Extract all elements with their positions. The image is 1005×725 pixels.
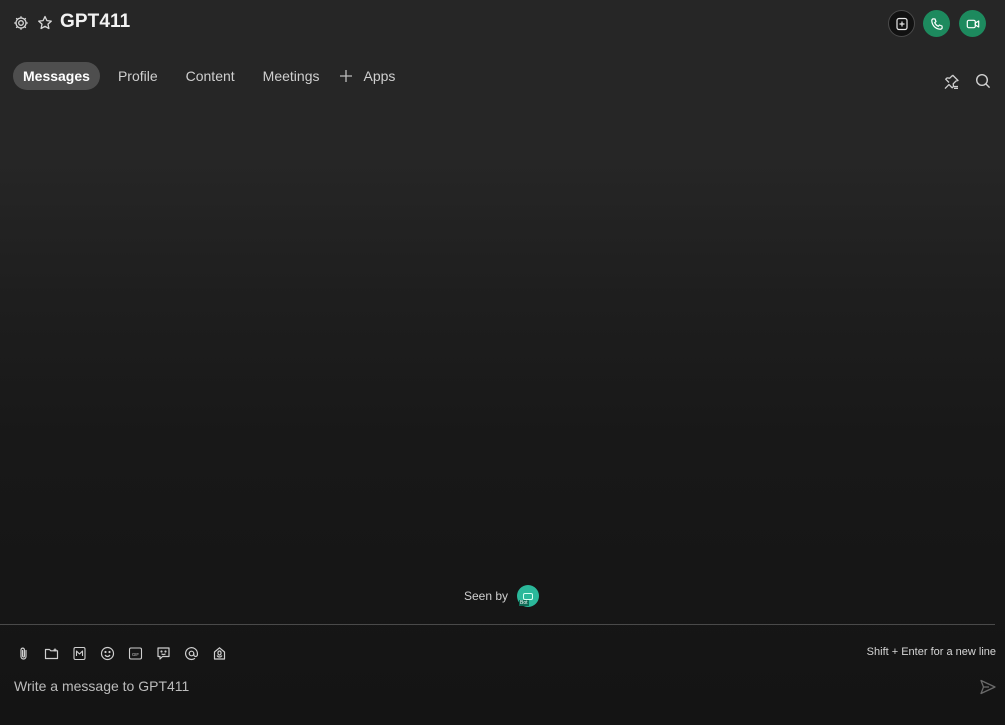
tab-profile[interactable]: Profile [108,62,168,90]
composer-toolbar: GIF [14,644,238,662]
audio-call-button[interactable] [923,10,950,37]
new-meeting-button[interactable] [888,10,915,37]
conversation-header: GPT411 [0,0,1005,46]
star-icon[interactable] [37,15,53,31]
microphone-icon[interactable] [210,644,228,662]
tab-apps-label: Apps [363,68,396,84]
bot-face-icon [523,592,534,600]
paperclip-icon[interactable] [14,644,32,662]
seen-by-label: Seen by [464,589,509,603]
add-square-icon [895,17,908,30]
conversation-title: GPT411 [60,11,131,32]
avatar-bot-tag: Bot [519,600,529,606]
video-call-button[interactable] [959,10,986,37]
new-line-hint: Shift + Enter for a new line [866,646,996,658]
plus-icon [340,70,353,82]
tab-content[interactable]: Content [176,62,245,90]
tab-meetings[interactable]: Meetings [253,62,330,90]
pin-icon[interactable] [943,73,960,90]
conversation-tabs: Messages Profile Content Meetings Apps [13,62,413,90]
svg-text:GIF: GIF [132,651,139,656]
gear-icon[interactable] [13,15,29,31]
video-camera-icon [966,19,979,28]
send-icon[interactable] [979,678,997,696]
folder-icon[interactable] [42,644,60,662]
smiley-icon[interactable] [98,644,116,662]
avatar[interactable]: Bot [517,585,540,607]
markdown-icon[interactable] [70,644,88,662]
search-icon[interactable] [975,73,991,89]
tab-messages[interactable]: Messages [13,62,100,90]
tab-apps[interactable]: Apps [337,62,405,90]
phone-icon [930,17,943,30]
gif-icon[interactable]: GIF [126,644,144,662]
at-icon[interactable] [182,644,200,662]
composer-divider [0,624,995,625]
chat-bubble-icon[interactable] [154,644,172,662]
seen-by-indicator: Seen by Bot [464,584,540,608]
message-input[interactable] [14,675,964,697]
